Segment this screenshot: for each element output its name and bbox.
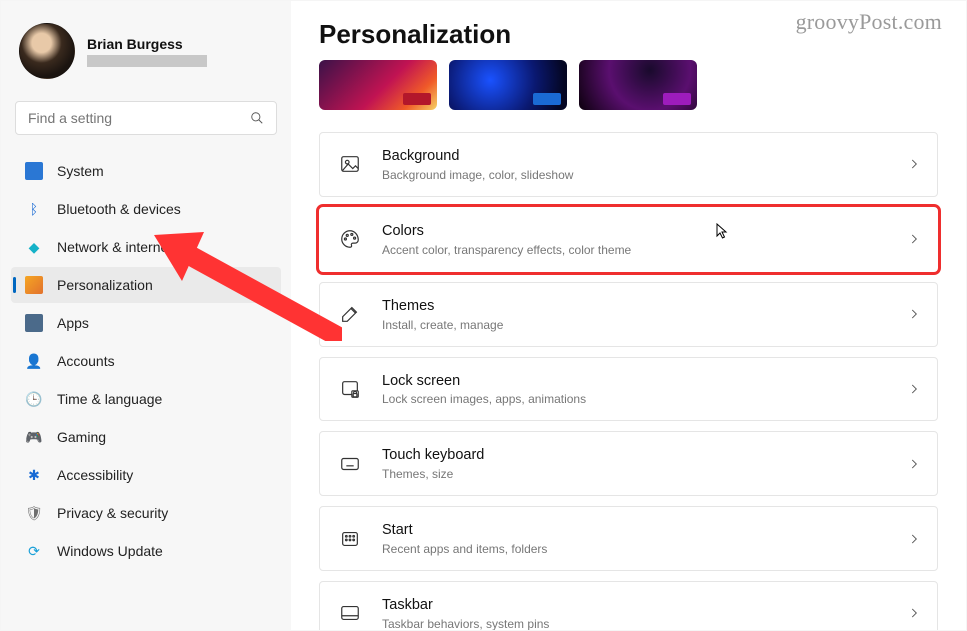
card-touch-keyboard[interactable]: Touch keyboard Themes, size [319, 431, 938, 496]
nav-label: Windows Update [57, 543, 163, 559]
card-title: Touch keyboard [382, 446, 907, 465]
card-title: Taskbar [382, 596, 907, 615]
card-body: Start Recent apps and items, folders [382, 521, 907, 556]
card-colors[interactable]: Colors Accent color, transparency effect… [319, 207, 938, 272]
card-body: Taskbar Taskbar behaviors, system pins [382, 596, 907, 630]
theme-preview-2[interactable] [449, 60, 567, 110]
theme-accent-chip [403, 93, 431, 105]
sidebar-item-windows-update[interactable]: ⟳ Windows Update [11, 533, 281, 569]
sidebar-item-accessibility[interactable]: ✱ Accessibility [11, 457, 281, 493]
card-title: Themes [382, 297, 907, 316]
sidebar-item-apps[interactable]: Apps [11, 305, 281, 341]
watermark: groovyPost.com [796, 9, 942, 35]
search-box[interactable] [15, 101, 277, 135]
gaming-icon: 🎮 [25, 428, 43, 446]
lock-screen-icon [336, 375, 364, 403]
sidebar-item-time-language[interactable]: 🕒 Time & language [11, 381, 281, 417]
card-start[interactable]: Start Recent apps and items, folders [319, 506, 938, 571]
bluetooth-icon: ᛒ [25, 200, 43, 218]
profile-email-redacted [87, 55, 207, 67]
card-lock-screen[interactable]: Lock screen Lock screen images, apps, an… [319, 357, 938, 422]
chevron-right-icon [907, 457, 921, 471]
profile[interactable]: Brian Burgess [11, 13, 281, 93]
card-title: Colors [382, 222, 907, 241]
nav-label: System [57, 163, 104, 179]
card-title: Background [382, 147, 907, 166]
card-body: Lock screen Lock screen images, apps, an… [382, 372, 907, 407]
sidebar-item-personalization[interactable]: Personalization [11, 267, 281, 303]
taskbar-icon [336, 599, 364, 627]
chevron-right-icon [907, 157, 921, 171]
card-subtitle: Accent color, transparency effects, colo… [382, 243, 907, 257]
time-language-icon: 🕒 [25, 390, 43, 408]
chevron-right-icon [907, 382, 921, 396]
accounts-icon: 👤 [25, 352, 43, 370]
system-icon [25, 162, 43, 180]
nav: System ᛒ Bluetooth & devices ◆ Network &… [11, 153, 281, 569]
chevron-right-icon [907, 232, 921, 246]
chevron-right-icon [907, 532, 921, 546]
card-subtitle: Lock screen images, apps, animations [382, 392, 907, 406]
theme-strip [319, 60, 938, 110]
nav-label: Accessibility [57, 467, 133, 483]
sidebar-item-system[interactable]: System [11, 153, 281, 189]
settings-list: Background Background image, color, slid… [319, 132, 938, 630]
theme-accent-chip [533, 93, 561, 105]
search-input[interactable] [28, 110, 228, 126]
card-title: Start [382, 521, 907, 540]
card-taskbar[interactable]: Taskbar Taskbar behaviors, system pins [319, 581, 938, 630]
windows-update-icon: ⟳ [25, 542, 43, 560]
sidebar-item-bluetooth[interactable]: ᛒ Bluetooth & devices [11, 191, 281, 227]
nav-label: Bluetooth & devices [57, 201, 181, 217]
card-background[interactable]: Background Background image, color, slid… [319, 132, 938, 197]
card-subtitle: Recent apps and items, folders [382, 542, 907, 556]
background-icon [336, 150, 364, 178]
profile-text: Brian Burgess [87, 36, 207, 67]
nav-label: Network & internet [57, 239, 172, 255]
sidebar: Brian Burgess System ᛒ Bluetooth & devic… [1, 1, 291, 630]
avatar [19, 23, 75, 79]
accessibility-icon: ✱ [25, 466, 43, 484]
main-content: groovyPost.com Personalization Backgroun… [291, 1, 966, 630]
privacy-icon: 🛡 [25, 504, 43, 522]
chevron-right-icon [907, 606, 921, 620]
touch-keyboard-icon [336, 450, 364, 478]
nav-label: Apps [57, 315, 89, 331]
theme-preview-1[interactable] [319, 60, 437, 110]
sidebar-item-network[interactable]: ◆ Network & internet [11, 229, 281, 265]
card-body: Touch keyboard Themes, size [382, 446, 907, 481]
card-body: Background Background image, color, slid… [382, 147, 907, 182]
nav-label: Accounts [57, 353, 115, 369]
card-subtitle: Background image, color, slideshow [382, 168, 907, 182]
card-subtitle: Taskbar behaviors, system pins [382, 617, 907, 630]
nav-label: Personalization [57, 277, 153, 293]
chevron-right-icon [907, 307, 921, 321]
profile-name: Brian Burgess [87, 36, 207, 52]
sidebar-item-gaming[interactable]: 🎮 Gaming [11, 419, 281, 455]
card-body: Colors Accent color, transparency effect… [382, 222, 907, 257]
card-themes[interactable]: Themes Install, create, manage [319, 282, 938, 347]
search-icon [250, 111, 264, 125]
card-subtitle: Install, create, manage [382, 318, 907, 332]
sidebar-item-privacy[interactable]: 🛡 Privacy & security [11, 495, 281, 531]
apps-icon [25, 314, 43, 332]
settings-window: Brian Burgess System ᛒ Bluetooth & devic… [0, 0, 967, 631]
card-title: Lock screen [382, 372, 907, 391]
network-icon: ◆ [25, 238, 43, 256]
theme-accent-chip [663, 93, 691, 105]
theme-preview-3[interactable] [579, 60, 697, 110]
card-subtitle: Themes, size [382, 467, 907, 481]
themes-icon [336, 300, 364, 328]
sidebar-item-accounts[interactable]: 👤 Accounts [11, 343, 281, 379]
nav-label: Gaming [57, 429, 106, 445]
nav-label: Time & language [57, 391, 162, 407]
card-body: Themes Install, create, manage [382, 297, 907, 332]
start-icon [336, 525, 364, 553]
colors-icon [336, 225, 364, 253]
personalization-icon [25, 276, 43, 294]
nav-label: Privacy & security [57, 505, 168, 521]
